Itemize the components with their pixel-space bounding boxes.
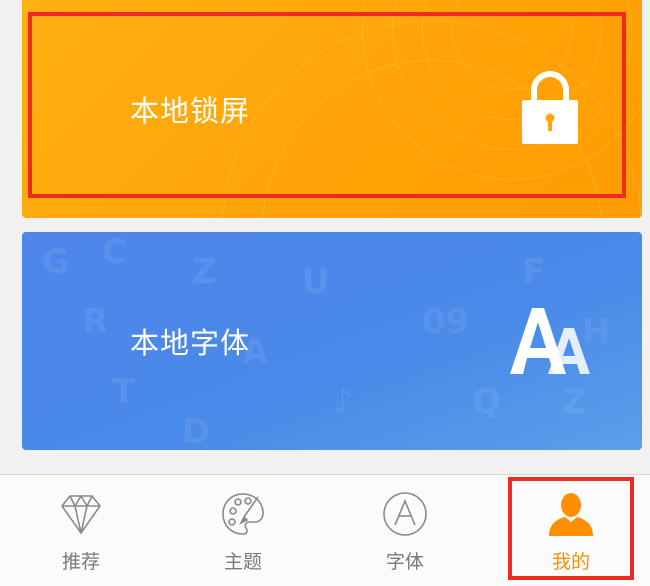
tab-label-theme: 主题: [223, 551, 262, 573]
mine-tab-highlight-box: [508, 477, 634, 580]
palette-icon: [222, 493, 264, 535]
local-font-label: 本地字体: [130, 326, 251, 360]
font-a-icon: [383, 492, 427, 536]
tab-recommend[interactable]: 推荐: [0, 475, 162, 586]
diamond-icon: [61, 495, 101, 534]
lockscreen-highlight-box: [28, 12, 626, 198]
tab-theme[interactable]: 主题: [162, 475, 324, 586]
font-aa-icon: [510, 308, 590, 374]
tab-label-recommend: 推荐: [61, 551, 100, 573]
local-font-card[interactable]: G C Z U R A 09 F H T ♪ D Q Z 本地字体: [22, 232, 642, 450]
tab-label-font: 字体: [385, 551, 424, 573]
tab-font[interactable]: 字体: [324, 475, 486, 586]
